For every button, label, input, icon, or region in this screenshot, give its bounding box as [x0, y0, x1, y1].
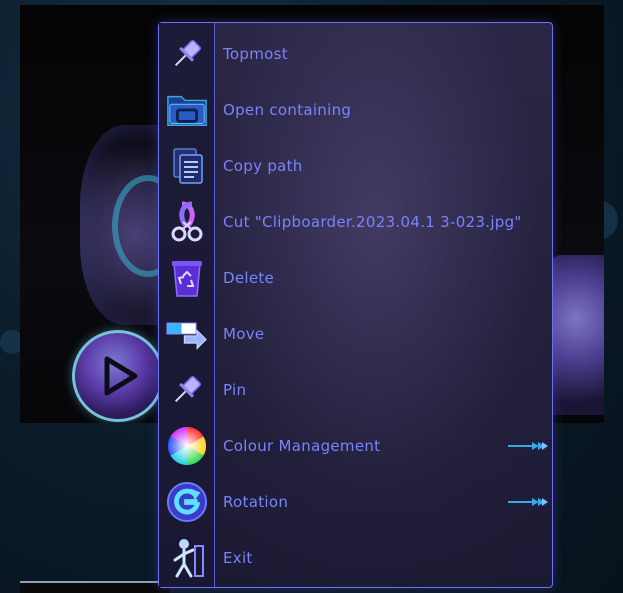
menu-item-exit[interactable]: Exit: [159, 530, 552, 586]
menu-item-label: Topmost: [223, 45, 288, 63]
menu-item-label: Colour Management: [223, 437, 381, 455]
menu-item-label: Pin: [223, 381, 247, 399]
submenu-arrow-icon: [508, 442, 548, 450]
menu-item-label: Exit: [223, 549, 253, 567]
menu-item-colour-management[interactable]: Colour Management: [159, 418, 552, 474]
play-badge-icon: [72, 330, 164, 422]
menu-item-topmost[interactable]: Topmost: [159, 26, 552, 82]
rotate-icon: [166, 481, 208, 523]
context-menu: Topmost Open containing Copy path Cut "C…: [158, 22, 553, 588]
menu-item-move[interactable]: Move: [159, 306, 552, 362]
copy-document-icon: [166, 145, 208, 187]
menu-item-rotation[interactable]: Rotation: [159, 474, 552, 530]
menu-item-label: Move: [223, 325, 265, 343]
thumbnail-strip: [20, 581, 170, 593]
menu-item-label: Copy path: [223, 157, 303, 175]
menu-item-label: Rotation: [223, 493, 289, 511]
pin-icon: [166, 369, 208, 411]
menu-item-label: Cut "Clipboarder.2023.04.1 3-023.jpg": [223, 213, 522, 231]
color-wheel-icon: [166, 425, 208, 467]
menu-item-open-containing[interactable]: Open containing: [159, 82, 552, 138]
menu-item-copy-path[interactable]: Copy path: [159, 138, 552, 194]
menu-item-delete[interactable]: Delete: [159, 250, 552, 306]
pin-icon: [166, 33, 208, 75]
submenu-arrow-icon: [508, 498, 548, 506]
exit-figure-icon: [166, 537, 208, 579]
scissors-icon: [166, 201, 208, 243]
move-arrow-icon: [166, 313, 208, 355]
menu-item-label: Open containing: [223, 101, 352, 119]
recycle-bin-icon: [166, 257, 208, 299]
menu-item-label: Delete: [223, 269, 275, 287]
menu-item-pin[interactable]: Pin: [159, 362, 552, 418]
menu-item-cut[interactable]: Cut "Clipboarder.2023.04.1 3-023.jpg": [159, 194, 552, 250]
folder-icon: [166, 89, 208, 131]
